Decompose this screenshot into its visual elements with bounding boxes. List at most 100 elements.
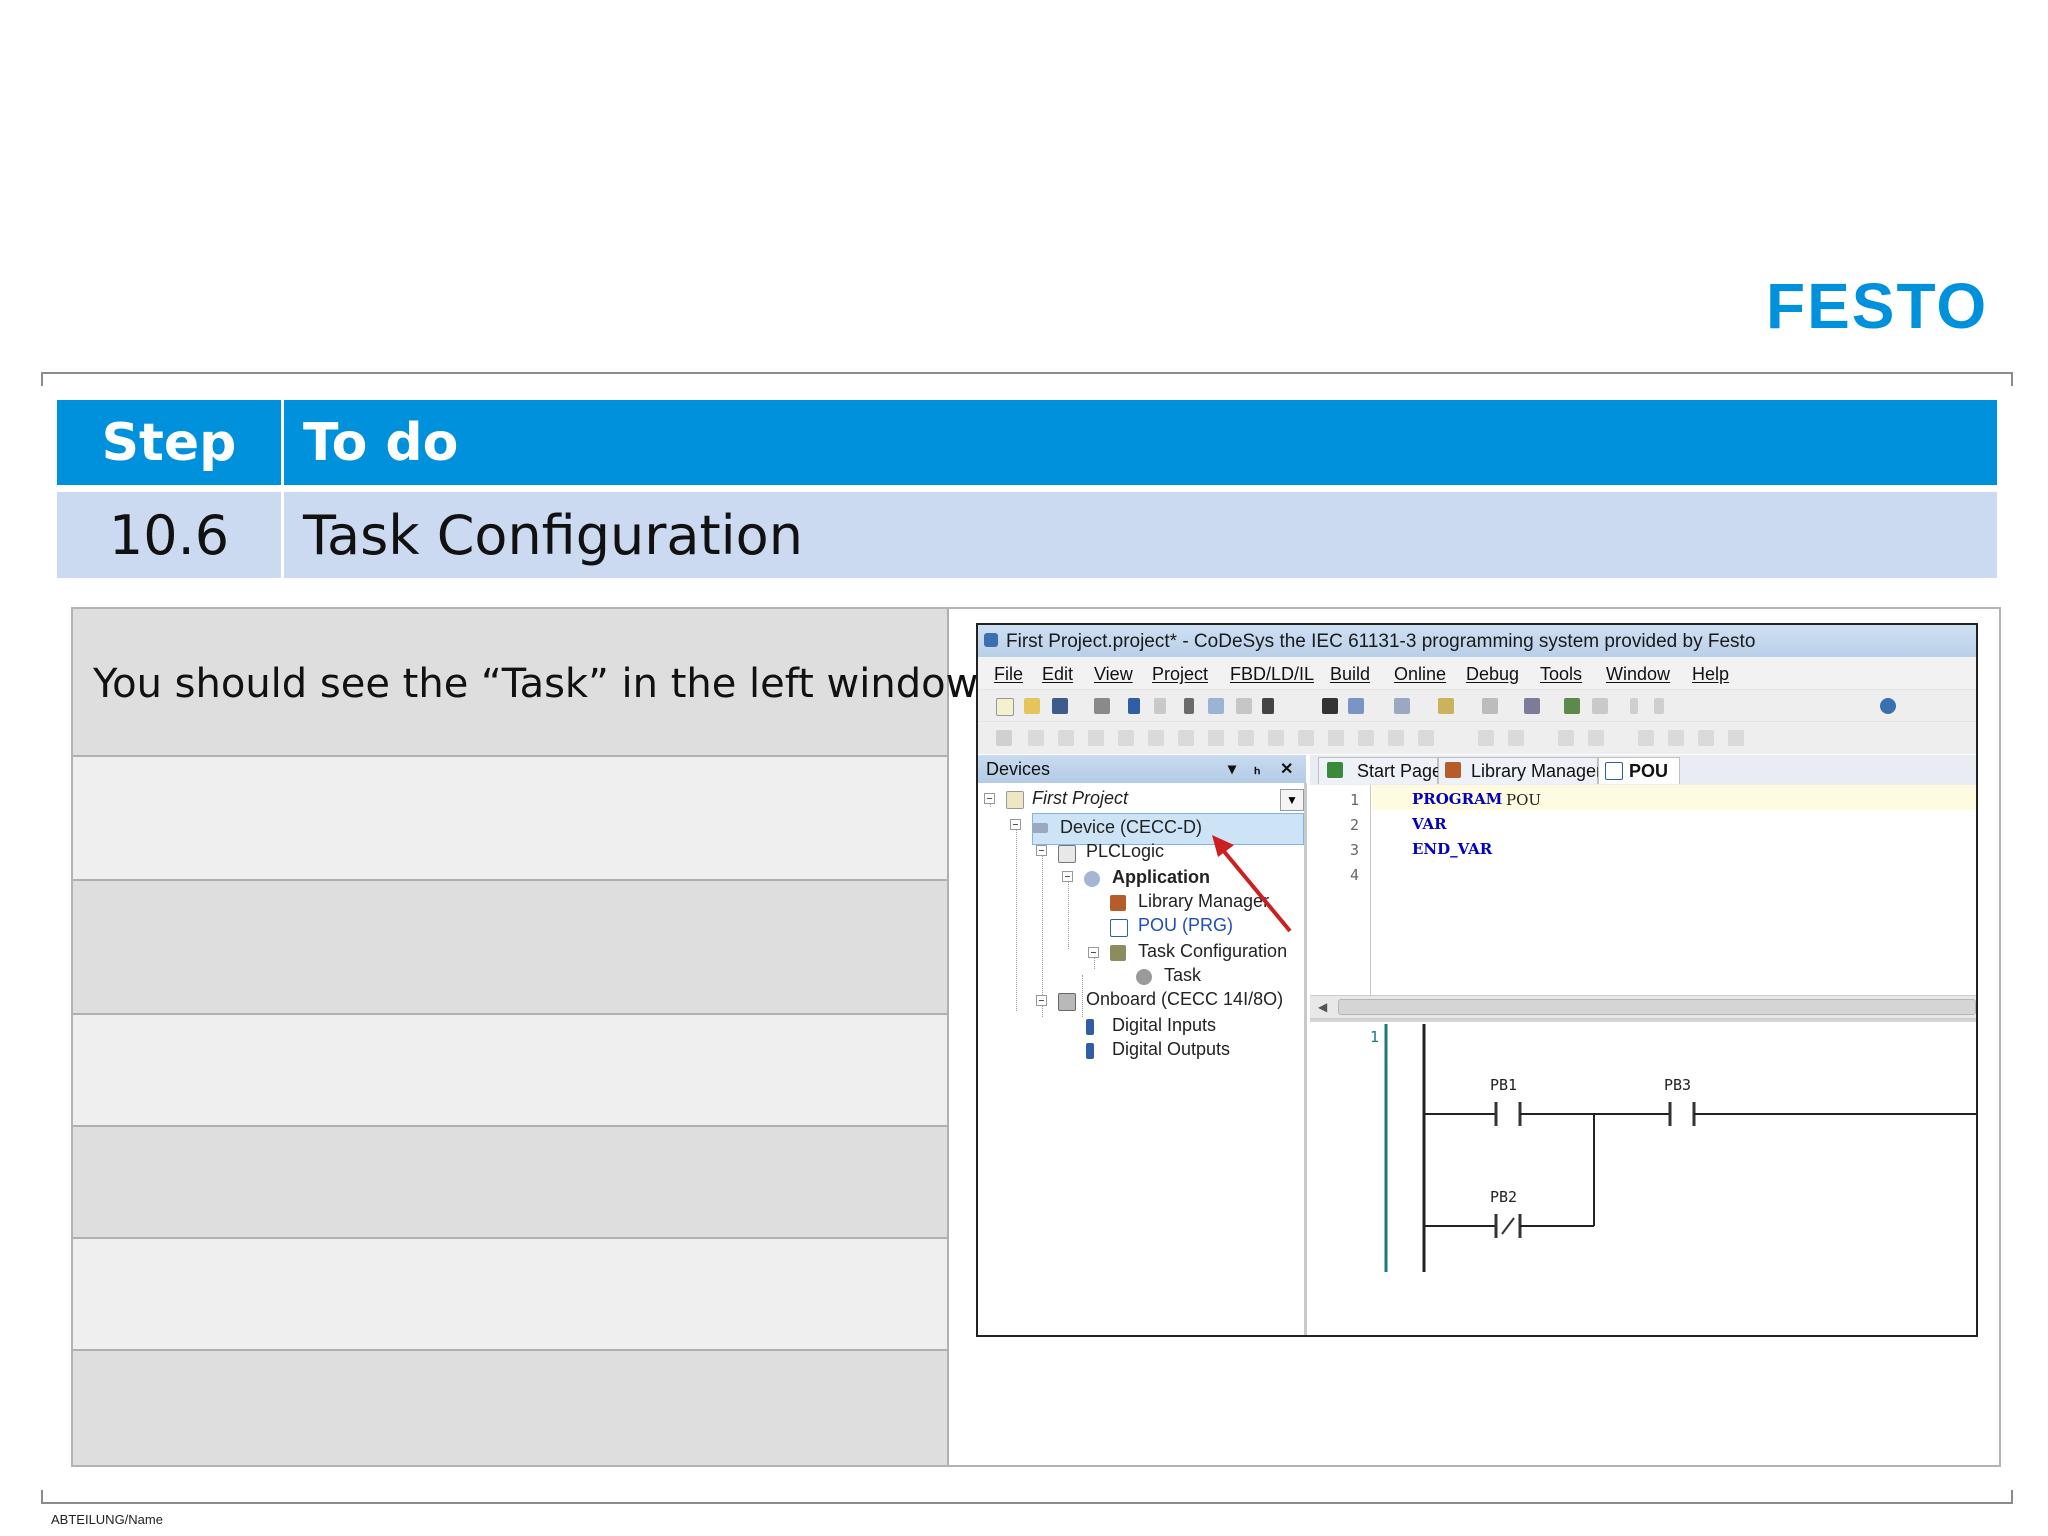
new-file-icon[interactable] [996,698,1014,716]
tree-item-digital-inputs[interactable]: Digital Inputs [1112,1015,1216,1036]
declaration-editor[interactable] [1310,785,1976,995]
tab-pou-label: POU [1629,761,1669,781]
devices-panel-title: Devices [986,759,1051,779]
table-column-separator [281,400,284,578]
code-keyword: VAR [1412,815,1447,833]
tree-item-onboard[interactable]: Onboard (CECC 14I/8O) [1086,989,1283,1010]
print-icon[interactable] [1094,698,1110,714]
top-divider-right-tick [2011,372,2013,386]
bottom-divider-right-tick [2011,1490,2013,1504]
ladder-tool-icon[interactable] [1638,730,1654,746]
paste-icon[interactable] [1236,698,1252,714]
menu-build[interactable]: Build [1330,664,1370,685]
ladder-tool-icon[interactable] [1668,730,1684,746]
add-object-icon[interactable] [1438,698,1454,714]
contact-label-pb1: PB1 [1490,1076,1518,1094]
ladder-tool-icon[interactable] [1148,730,1164,746]
pou-icon [1605,762,1623,780]
ladder-tool-icon[interactable] [1698,730,1714,746]
menu-fbd-ld-il[interactable]: FBD/LD/IL [1230,664,1314,685]
ladder-tool-icon[interactable] [1268,730,1284,746]
line-number: 3 [1350,841,1360,859]
tree-item-task[interactable]: Task [1164,965,1201,986]
ladder-tool-icon[interactable] [1558,730,1574,746]
menu-tools[interactable]: Tools [1540,664,1582,685]
ladder-tool-icon[interactable] [1478,730,1494,746]
ladder-tool-icon[interactable] [1058,730,1074,746]
codesys-screenshot: First Project.project* - CoDeSys the IEC… [976,623,1978,1337]
login-icon[interactable] [1564,698,1580,714]
redo-icon[interactable] [1154,698,1166,714]
panel-dropdown-icon[interactable]: ▾ [1228,759,1236,779]
ladder-editor[interactable]: 1 PB1 PB3 PB2 [1310,1019,1976,1335]
menu-window[interactable]: Window [1606,664,1670,685]
pin-icon[interactable]: ₕ [1254,759,1260,779]
line-number: 1 [1350,791,1360,809]
find-icon[interactable] [1322,698,1338,714]
tree-item-task-configuration[interactable]: Task Configuration [1138,941,1287,962]
save-icon[interactable] [1052,698,1068,714]
toolbar-1 [978,689,1976,722]
horizontal-scrollbar[interactable]: ◀ [1310,995,1976,1019]
menu-debug[interactable]: Debug [1466,664,1519,685]
cut-icon[interactable] [1184,698,1194,714]
close-icon[interactable]: ✕ [1280,759,1293,779]
menu-help[interactable]: Help [1692,664,1729,685]
contact-label-pb2: PB2 [1490,1188,1518,1206]
build-icon[interactable] [1524,698,1540,714]
ladder-tool-icon[interactable] [1238,730,1254,746]
collapse-icon[interactable] [1088,947,1099,958]
ladder-tool-icon[interactable] [1298,730,1314,746]
contact-label-pb3: PB3 [1664,1076,1692,1094]
ladder-tool-icon[interactable] [1358,730,1374,746]
editor-area: Start Page Library Manager POU 1 2 3 4 P… [1310,755,1976,1335]
menu-project[interactable]: Project [1152,664,1208,685]
ladder-diagram [1384,1024,1976,1272]
replace-icon[interactable] [1348,698,1364,714]
export-icon[interactable] [1482,698,1498,714]
tab-pou[interactable]: POU [1598,757,1680,784]
run-icon[interactable] [1630,698,1638,714]
ladder-tool-icon[interactable] [1588,730,1604,746]
ladder-tool-icon[interactable] [1728,730,1744,746]
tree-item-digital-outputs[interactable]: Digital Outputs [1112,1039,1230,1060]
ladder-tool-icon[interactable] [1028,730,1044,746]
ladder-tool-icon[interactable] [1418,730,1434,746]
logout-icon[interactable] [1592,698,1608,714]
tab-library-manager[interactable]: Library Manager [1438,757,1602,784]
festo-logo: FESTO [1766,270,1989,342]
menu-file[interactable]: File [994,664,1023,685]
scroll-left-icon[interactable]: ◀ [1318,1000,1327,1014]
ladder-tool-icon[interactable] [996,730,1012,746]
menu-view[interactable]: View [1094,664,1133,685]
ladder-tool-icon[interactable] [1208,730,1224,746]
stop-icon[interactable] [1654,698,1664,714]
ladder-tool-icon[interactable] [1388,730,1404,746]
tab-start-page[interactable]: Start Page [1318,757,1442,784]
task-icon [1136,969,1152,985]
delete-icon[interactable] [1262,698,1274,714]
ladder-tool-icon[interactable] [1178,730,1194,746]
ladder-tool-icon[interactable] [1118,730,1134,746]
ladder-tool-icon[interactable] [1328,730,1344,746]
line-gutter [1370,785,1371,995]
ladder-tool-icon[interactable] [1508,730,1524,746]
window-icon[interactable] [1394,698,1410,714]
menu-online[interactable]: Online [1394,664,1446,685]
header-todo: To do [303,412,459,473]
open-folder-icon[interactable] [1024,698,1040,714]
search-icon[interactable] [1880,698,1896,714]
copy-icon[interactable] [1208,698,1224,714]
editor-tab-bar: Start Page Library Manager POU [1310,755,1976,786]
undo-icon[interactable] [1128,698,1140,714]
ladder-tool-icon[interactable] [1088,730,1104,746]
left-row-6 [73,1239,947,1351]
app-icon [984,633,998,647]
left-row-4 [73,1015,947,1127]
menu-edit[interactable]: Edit [1042,664,1073,685]
menu-bar: File Edit View Project FBD/LD/IL Build O… [978,657,1976,689]
collapse-icon[interactable] [1036,995,1047,1006]
tab-library-manager-label: Library Manager [1471,761,1603,781]
header-step: Step [101,412,237,473]
scrollbar-thumb[interactable] [1338,999,1976,1015]
